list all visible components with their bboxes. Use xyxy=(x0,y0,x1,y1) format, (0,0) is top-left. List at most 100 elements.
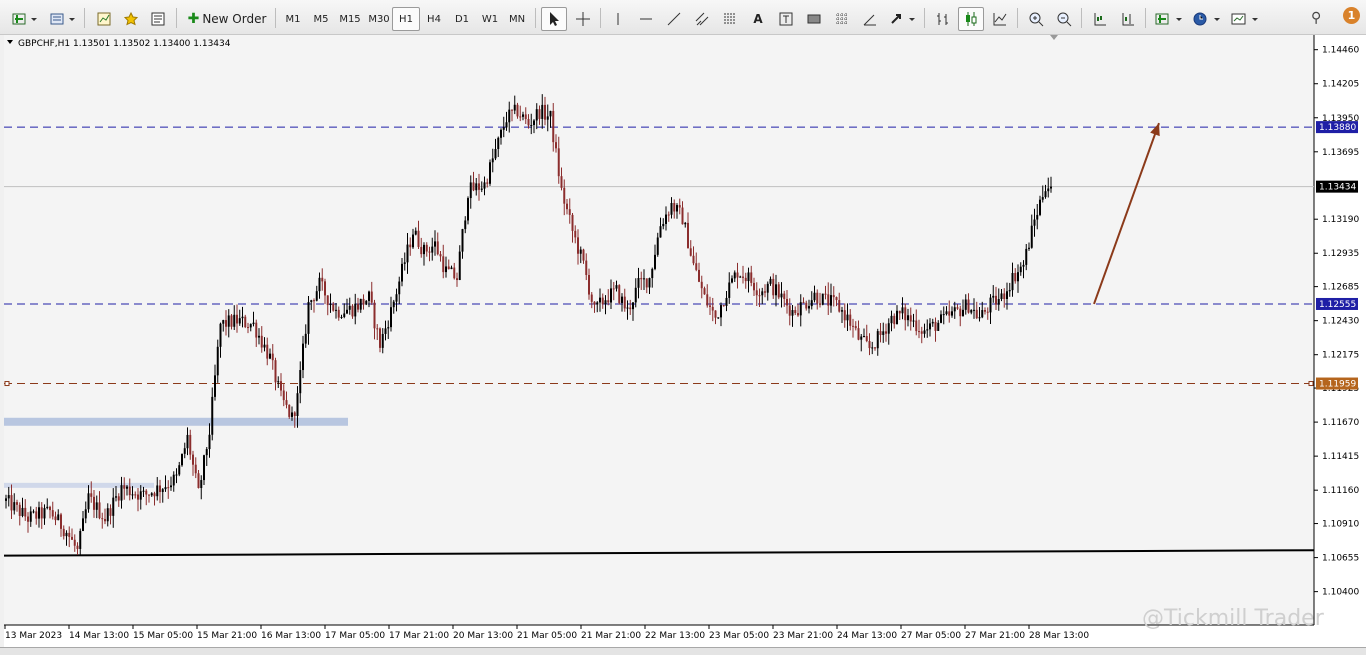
angle-icon xyxy=(863,14,876,26)
candle-body xyxy=(541,104,544,119)
timeframe-d1[interactable]: D1 xyxy=(448,7,476,31)
candle-body xyxy=(711,306,714,311)
text-tool[interactable]: A xyxy=(746,7,770,31)
price-chart[interactable]: 1.144601.142051.139501.136951.131901.129… xyxy=(4,35,1366,647)
new-chart-button[interactable] xyxy=(8,7,40,31)
candlestick-button[interactable] xyxy=(958,7,984,31)
candle-body xyxy=(805,302,808,309)
new-chart-icon xyxy=(12,13,37,25)
candle-body xyxy=(200,480,203,489)
gann-grid-tool[interactable] xyxy=(830,7,854,31)
candle-body xyxy=(126,486,128,489)
candle-body xyxy=(898,310,901,314)
horizontal-line-tool[interactable] xyxy=(634,7,658,31)
level-handle-right[interactable] xyxy=(1308,381,1314,387)
candle-body xyxy=(1036,214,1039,220)
candle-body xyxy=(269,353,271,359)
candle-body xyxy=(392,301,395,308)
candle-body xyxy=(57,514,60,521)
periods-dropdown[interactable] xyxy=(1189,7,1225,31)
candle-body xyxy=(794,310,797,314)
line-chart-button[interactable] xyxy=(987,7,1013,31)
candle-body xyxy=(854,326,857,329)
chart-shift-button[interactable] xyxy=(1087,7,1113,31)
candle-body xyxy=(1028,247,1030,249)
fibonacci-tool[interactable] xyxy=(718,7,742,31)
demand-zone-small[interactable] xyxy=(4,482,154,488)
candle-body xyxy=(186,434,189,449)
indicators-dropdown[interactable] xyxy=(1151,7,1187,31)
fibonacci-icon xyxy=(724,13,736,24)
timeframe-h1[interactable]: H1 xyxy=(392,7,420,31)
angle-tool[interactable] xyxy=(858,7,882,31)
timeframe-mn[interactable]: MN xyxy=(503,7,531,31)
candle-body xyxy=(417,230,420,247)
market-watch-button[interactable] xyxy=(92,7,116,31)
timeframe-m30[interactable]: M30 xyxy=(364,7,394,31)
candle-body xyxy=(285,400,288,405)
text-label-tool[interactable] xyxy=(774,7,798,31)
candle-body xyxy=(799,302,802,316)
candle-body xyxy=(524,114,527,120)
arrows-dropdown[interactable] xyxy=(886,7,920,31)
candle-body xyxy=(827,294,830,306)
cursor-tool[interactable] xyxy=(541,7,567,31)
candle-body xyxy=(43,508,46,519)
candle-body xyxy=(38,507,40,519)
chart-window[interactable]: 1.14460 1.14205 1.13950 1.13695 1.13190 1.129… xyxy=(4,35,1366,647)
candle-body xyxy=(959,308,962,317)
auto-scroll-button[interactable] xyxy=(1115,7,1141,31)
candle-body xyxy=(489,162,491,184)
clock-icon xyxy=(1193,12,1220,26)
vertical-line-tool[interactable] xyxy=(606,7,630,31)
new-order-button[interactable]: ✚ New Order xyxy=(184,7,270,31)
zoom-out-button[interactable] xyxy=(1051,7,1077,31)
level-handle-left[interactable] xyxy=(4,381,10,387)
candle-body xyxy=(139,491,142,500)
candle-body xyxy=(637,277,640,288)
plot-area[interactable] xyxy=(4,35,1314,625)
candle-body xyxy=(307,301,310,334)
candle-body xyxy=(753,282,755,291)
timeframe-w1[interactable]: W1 xyxy=(476,7,504,31)
candle-body xyxy=(263,344,266,348)
candle-body xyxy=(230,315,233,327)
candle-body xyxy=(266,344,269,359)
candle-body xyxy=(302,343,304,371)
notification-badge[interactable]: 1 xyxy=(1343,7,1360,24)
candle-body xyxy=(797,313,799,316)
timeframe-h4[interactable]: H4 xyxy=(420,7,448,31)
candle-body xyxy=(973,309,975,311)
price-tick-label: 1.12430 xyxy=(1322,317,1359,327)
candle-body xyxy=(84,509,87,519)
demand-zone[interactable] xyxy=(4,417,348,426)
trendline-tool[interactable] xyxy=(662,7,686,31)
candle-body xyxy=(1033,219,1036,226)
candle-body xyxy=(519,116,522,118)
bar-chart-button[interactable] xyxy=(930,7,956,31)
timeframe-m15[interactable]: M15 xyxy=(335,7,365,31)
crosshair-tool[interactable] xyxy=(570,7,596,31)
favorites-button[interactable] xyxy=(119,7,143,31)
candle-body xyxy=(618,285,621,303)
zoom-in-button[interactable] xyxy=(1023,7,1049,31)
navigator-button[interactable] xyxy=(146,7,170,31)
candle-body xyxy=(978,317,981,319)
candle-body xyxy=(277,381,280,383)
profiles-button[interactable] xyxy=(46,7,78,31)
candle-body xyxy=(505,122,508,128)
search-icon[interactable]: ⚲ xyxy=(1311,10,1321,26)
horizontal-line-icon xyxy=(640,18,652,20)
candle-body xyxy=(632,302,634,310)
price-tick-label: 1.13695 xyxy=(1322,148,1359,158)
candle-body xyxy=(423,244,425,255)
candle-body xyxy=(670,202,673,215)
timeframe-m5[interactable]: M5 xyxy=(307,7,335,31)
templates-dropdown[interactable] xyxy=(1227,7,1263,31)
rectangle-tool[interactable] xyxy=(802,7,826,31)
candle-body xyxy=(585,260,588,275)
candle-body xyxy=(508,109,511,123)
candle-body xyxy=(104,518,106,522)
channel-tool[interactable] xyxy=(690,7,714,31)
timeframe-m1[interactable]: M1 xyxy=(279,7,307,31)
